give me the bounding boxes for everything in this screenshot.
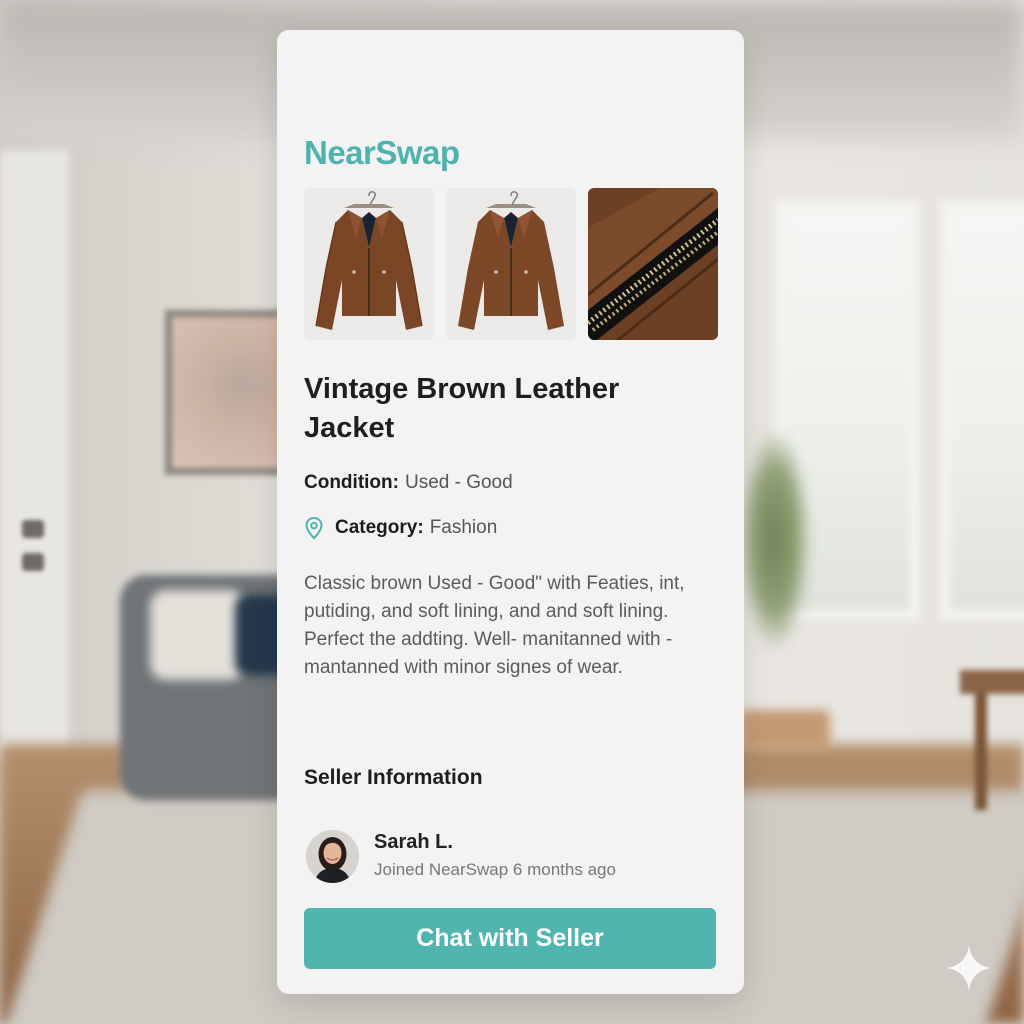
listing-card: NearSwap Vintage Brown Leather Jacket Co… <box>277 30 744 994</box>
condition-value: Used - Good <box>404 472 513 493</box>
background-side-table-leg <box>975 690 987 810</box>
seller-avatar[interactable] <box>306 830 359 883</box>
background-coffee-table <box>740 710 830 750</box>
jacket-front-photo-icon <box>446 188 576 340</box>
person-photo-icon <box>306 830 359 883</box>
image-gallery <box>304 188 718 340</box>
sparkle-icon <box>946 945 992 991</box>
background-wall-art <box>165 310 295 475</box>
seller-joined-date: Joined NearSwap 6 months ago <box>374 860 616 879</box>
seller-section-heading: Seller Information <box>304 766 483 789</box>
background-side-table <box>960 670 1024 694</box>
zipper-closeup-photo-icon <box>588 188 718 340</box>
gallery-thumbnail[interactable] <box>446 188 576 340</box>
brand-logo[interactable]: NearSwap <box>304 134 460 172</box>
gallery-thumbnail[interactable] <box>304 188 434 340</box>
condition-row: Condition: Used - Good <box>304 472 513 494</box>
category-value: Fashion <box>429 517 498 538</box>
background-door-knob <box>22 520 44 538</box>
jacket-front-photo-icon <box>304 188 434 340</box>
background-plant <box>740 430 810 650</box>
gallery-thumbnail[interactable] <box>588 188 718 340</box>
category-row: Category: Fashion <box>304 516 497 540</box>
background-window <box>940 200 1024 620</box>
condition-label: Condition: <box>304 472 399 493</box>
background-door <box>0 150 75 760</box>
seller-name[interactable]: Sarah L. <box>374 831 453 854</box>
background-pillow <box>150 590 245 680</box>
listing-description: Classic brown Used - Good" with Featies,… <box>304 573 685 678</box>
category-label: Category: <box>335 517 424 538</box>
listing-title: Vintage Brown Leather Jacket <box>304 373 620 444</box>
chat-with-seller-button[interactable]: Chat with Seller <box>304 908 716 969</box>
background-door-knob <box>22 553 44 571</box>
location-pin-icon <box>304 516 324 540</box>
